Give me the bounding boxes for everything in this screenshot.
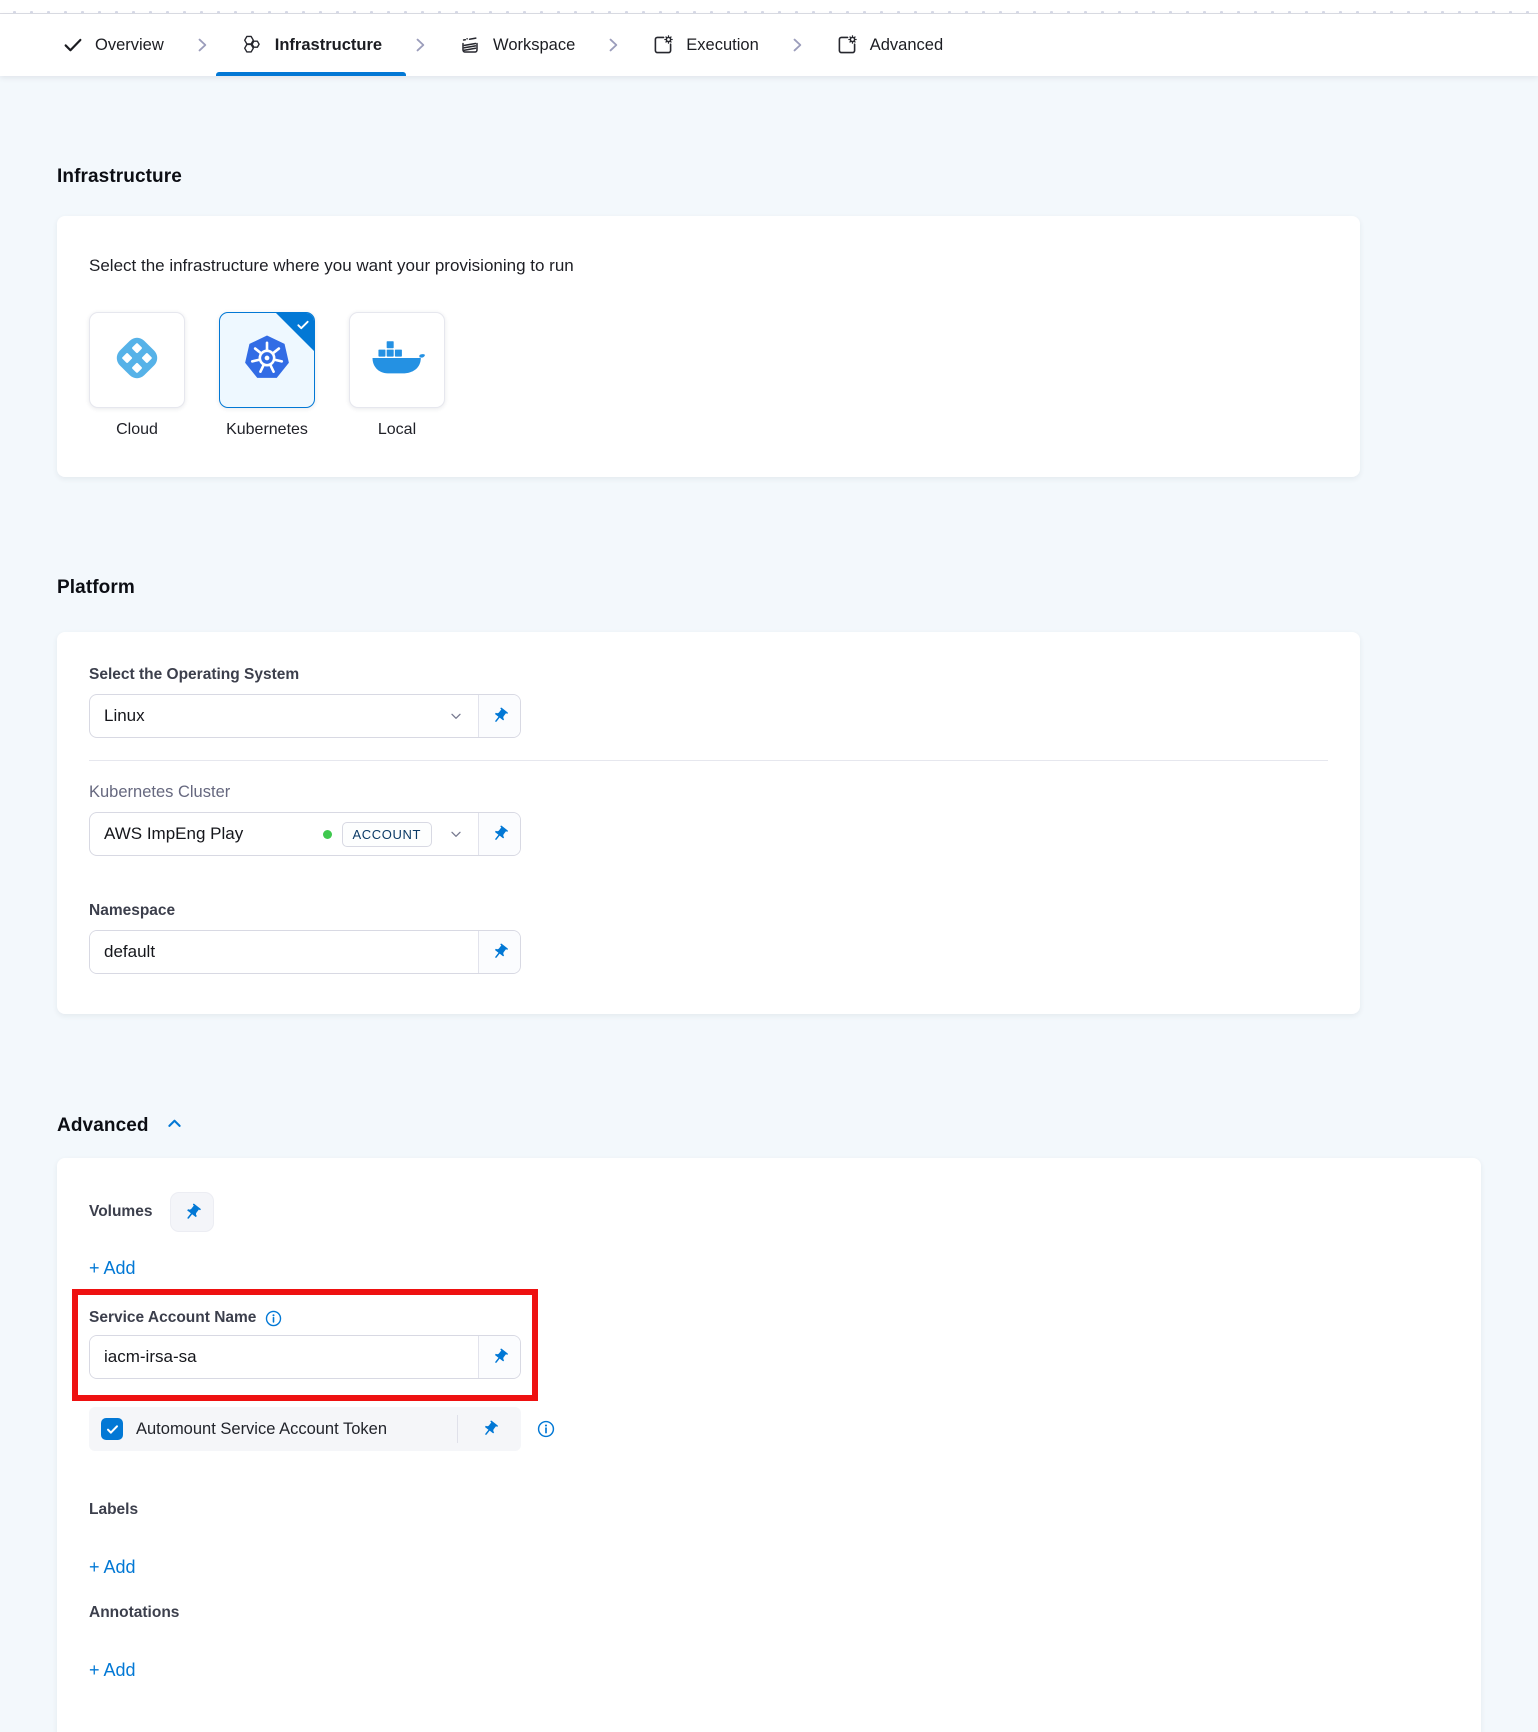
tab-advanced[interactable]: Advanced (811, 14, 967, 76)
tile-label: Cloud (116, 421, 158, 439)
wizard-content: Infrastructure Select the infrastructure… (0, 166, 1538, 1732)
layers-icon (458, 33, 482, 57)
namespace-label: Namespace (89, 902, 1328, 920)
pin-button[interactable] (471, 1420, 509, 1438)
advanced-section-heading: Advanced (57, 1115, 149, 1137)
canvas-dots-background (0, 0, 1538, 14)
automount-row: Automount Service Account Token (89, 1407, 1449, 1451)
pin-button[interactable] (478, 931, 520, 973)
namespace-inputgroup (89, 930, 521, 974)
chevron-right-icon (599, 14, 627, 76)
chevron-right-icon (188, 14, 216, 76)
docker-icon (369, 335, 425, 386)
chevron-right-icon (783, 14, 811, 76)
volumes-pin-button[interactable] (170, 1192, 214, 1232)
tab-label: Workspace (493, 36, 575, 55)
cloud-icon (110, 331, 164, 390)
labels-label: Labels (89, 1501, 1449, 1519)
box-gear-icon (835, 33, 859, 57)
chevron-right-icon (406, 14, 434, 76)
annotations-label: Annotations (89, 1604, 1449, 1622)
platform-card: Select the Operating System Linux Kubern… (57, 632, 1360, 1014)
cluster-select-trigger[interactable]: AWS ImpEng Play ACCOUNT (90, 813, 478, 855)
pin-button[interactable] (478, 1336, 520, 1378)
local-tile[interactable] (349, 312, 445, 408)
add-annotation-link[interactable]: + Add (89, 1660, 136, 1681)
hexagons-icon (240, 33, 264, 57)
namespace-input[interactable] (90, 931, 478, 973)
service-account-label-row: Service Account Name (89, 1309, 521, 1327)
add-label-link[interactable]: + Add (89, 1557, 136, 1578)
infra-option-local[interactable]: Local (349, 312, 445, 439)
service-account-label: Service Account Name (89, 1309, 256, 1327)
advanced-section-header: Advanced (57, 1114, 1538, 1138)
tile-label: Kubernetes (226, 421, 308, 439)
os-select: Linux (89, 694, 521, 738)
connector-status-dot (323, 830, 332, 839)
automount-label: Automount Service Account Token (136, 1420, 387, 1439)
cluster-label: Kubernetes Cluster (89, 783, 1328, 802)
tab-label: Overview (95, 36, 164, 55)
tab-execution[interactable]: Execution (627, 14, 782, 76)
pin-button[interactable] (478, 695, 520, 737)
scope-badge: ACCOUNT (342, 822, 432, 847)
tab-label: Advanced (870, 36, 943, 55)
divider (457, 1415, 458, 1443)
namespace-field: Namespace (89, 902, 1328, 974)
pin-button[interactable] (478, 813, 520, 855)
os-select-trigger[interactable]: Linux (90, 695, 478, 737)
cluster-select: AWS ImpEng Play ACCOUNT (89, 812, 521, 856)
os-field: Select the Operating System Linux (89, 666, 1328, 738)
tab-infrastructure[interactable]: Infrastructure (216, 14, 406, 76)
infrastructure-card: Select the infrastructure where you want… (57, 216, 1360, 477)
info-icon[interactable] (265, 1310, 282, 1327)
infrastructure-section-heading: Infrastructure (57, 166, 1538, 188)
volumes-label: Volumes (89, 1203, 152, 1221)
add-volume-link[interactable]: + Add (89, 1258, 136, 1279)
pin-icon (477, 1416, 502, 1441)
pin-icon (487, 939, 512, 964)
service-account-inputgroup (89, 1335, 521, 1379)
cloud-tile[interactable] (89, 312, 185, 408)
annotation-highlight-box: Service Account Name (72, 1289, 538, 1401)
box-gear-icon (651, 33, 675, 57)
info-icon[interactable] (537, 1420, 555, 1438)
advanced-card: Volumes + Add Service Account Name (57, 1158, 1481, 1732)
chevron-up-icon[interactable] (165, 1114, 184, 1138)
automount-checkbox[interactable] (101, 1418, 123, 1440)
volumes-row: Volumes (89, 1192, 1449, 1232)
infra-option-kubernetes[interactable]: Kubernetes (219, 312, 315, 439)
pin-icon (487, 821, 512, 846)
check-icon (62, 34, 84, 56)
platform-section-heading: Platform (57, 577, 1538, 599)
os-label: Select the Operating System (89, 666, 1328, 684)
infrastructure-description: Select the infrastructure where you want… (89, 256, 1328, 276)
tab-overview[interactable]: Overview (38, 14, 188, 76)
os-selected-value: Linux (104, 706, 145, 726)
tile-label: Local (378, 421, 416, 439)
field-divider (89, 760, 1328, 761)
infra-option-cloud[interactable]: Cloud (89, 312, 185, 439)
wizard-tabbar: Overview Infrastructure Workspace (0, 14, 1538, 76)
tab-workspace[interactable]: Workspace (434, 14, 599, 76)
automount-strip: Automount Service Account Token (89, 1407, 521, 1451)
infrastructure-options: Cloud (89, 312, 1328, 439)
cluster-field: Kubernetes Cluster AWS ImpEng Play ACCOU… (89, 783, 1328, 856)
kubernetes-tile[interactable] (219, 312, 315, 408)
service-account-input[interactable] (90, 1336, 478, 1378)
tab-label: Infrastructure (275, 36, 382, 55)
tab-label: Execution (686, 36, 758, 55)
pin-icon (487, 1344, 512, 1369)
pin-icon (487, 703, 512, 728)
chevron-down-icon (448, 708, 464, 724)
cluster-selected-value: AWS ImpEng Play (104, 824, 243, 844)
pin-icon (179, 1199, 206, 1226)
chevron-down-icon (448, 826, 464, 842)
selected-check-icon (296, 318, 310, 337)
